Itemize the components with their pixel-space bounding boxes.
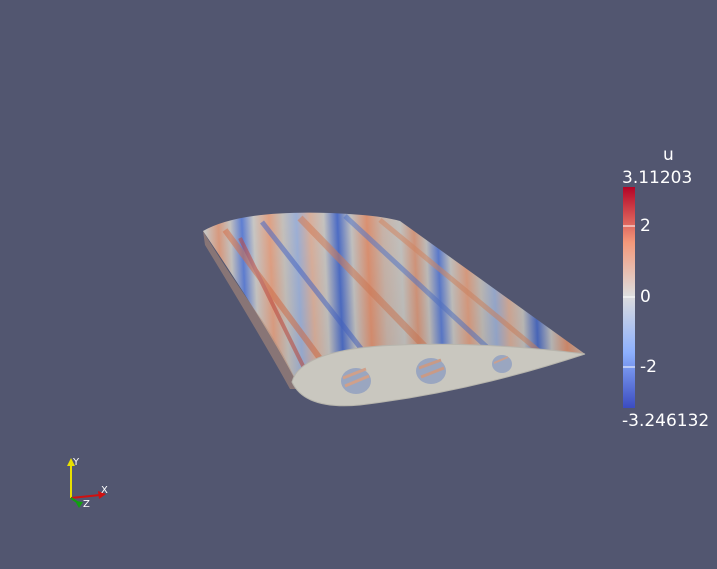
x-axis-line: [70, 494, 101, 499]
orientation-axes[interactable]: Y X Z: [60, 455, 120, 515]
section-hole-rear: [492, 355, 512, 373]
z-axis-label: Z: [83, 499, 90, 510]
x-axis-label: X: [101, 485, 108, 496]
section-hole-front: [341, 367, 371, 394]
render-viewport[interactable]: u 3.11203 2 0 -2 -3.246132 Y X Z: [0, 0, 717, 569]
colorbar-tick-label: 2: [640, 216, 651, 236]
colorbar-min-label: -3.246132: [622, 411, 710, 431]
airfoil-section[interactable]: [291, 343, 586, 407]
colorbar-tick-label: 0: [640, 287, 651, 307]
z-axis-arrow-icon: [75, 501, 83, 508]
y-axis-label: Y: [73, 457, 80, 468]
colorbar-title: u: [663, 145, 674, 165]
colorbar-tick-label: -2: [640, 357, 657, 377]
colorbar-max-label: 3.11203: [622, 168, 693, 188]
section-hole-middle: [416, 358, 446, 384]
